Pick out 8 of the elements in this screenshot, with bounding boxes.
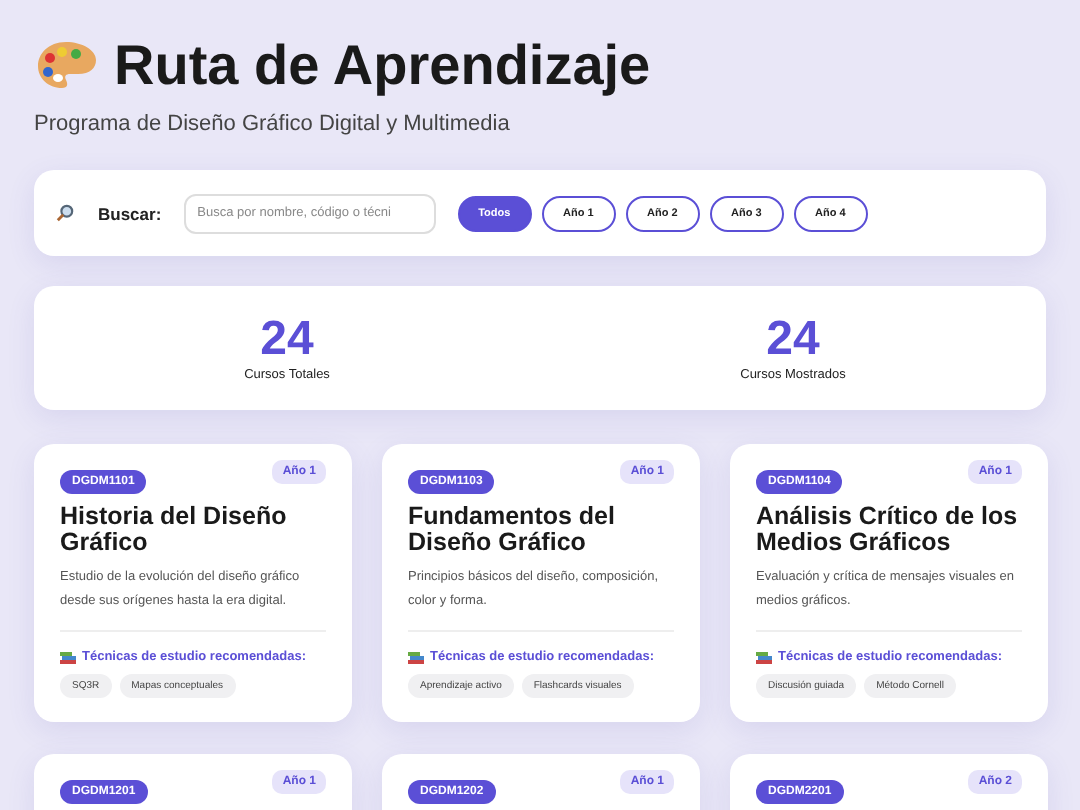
course-title: Fundamentos del Diseño Gráfico (408, 504, 617, 556)
page-subtitle: Programa de Diseño Gráfico Digital y Multimedia (34, 112, 512, 136)
course-title: Análisis Crítico de los Medios Gráficos (756, 504, 1020, 556)
course-title: Historia del Diseño Gráfico (60, 504, 289, 556)
stat-value: 24 (766, 314, 820, 366)
stat-value: 24 (260, 314, 314, 366)
search-label: Buscar: (98, 203, 162, 223)
page-title: Ruta de Aprendizaje (114, 32, 651, 100)
